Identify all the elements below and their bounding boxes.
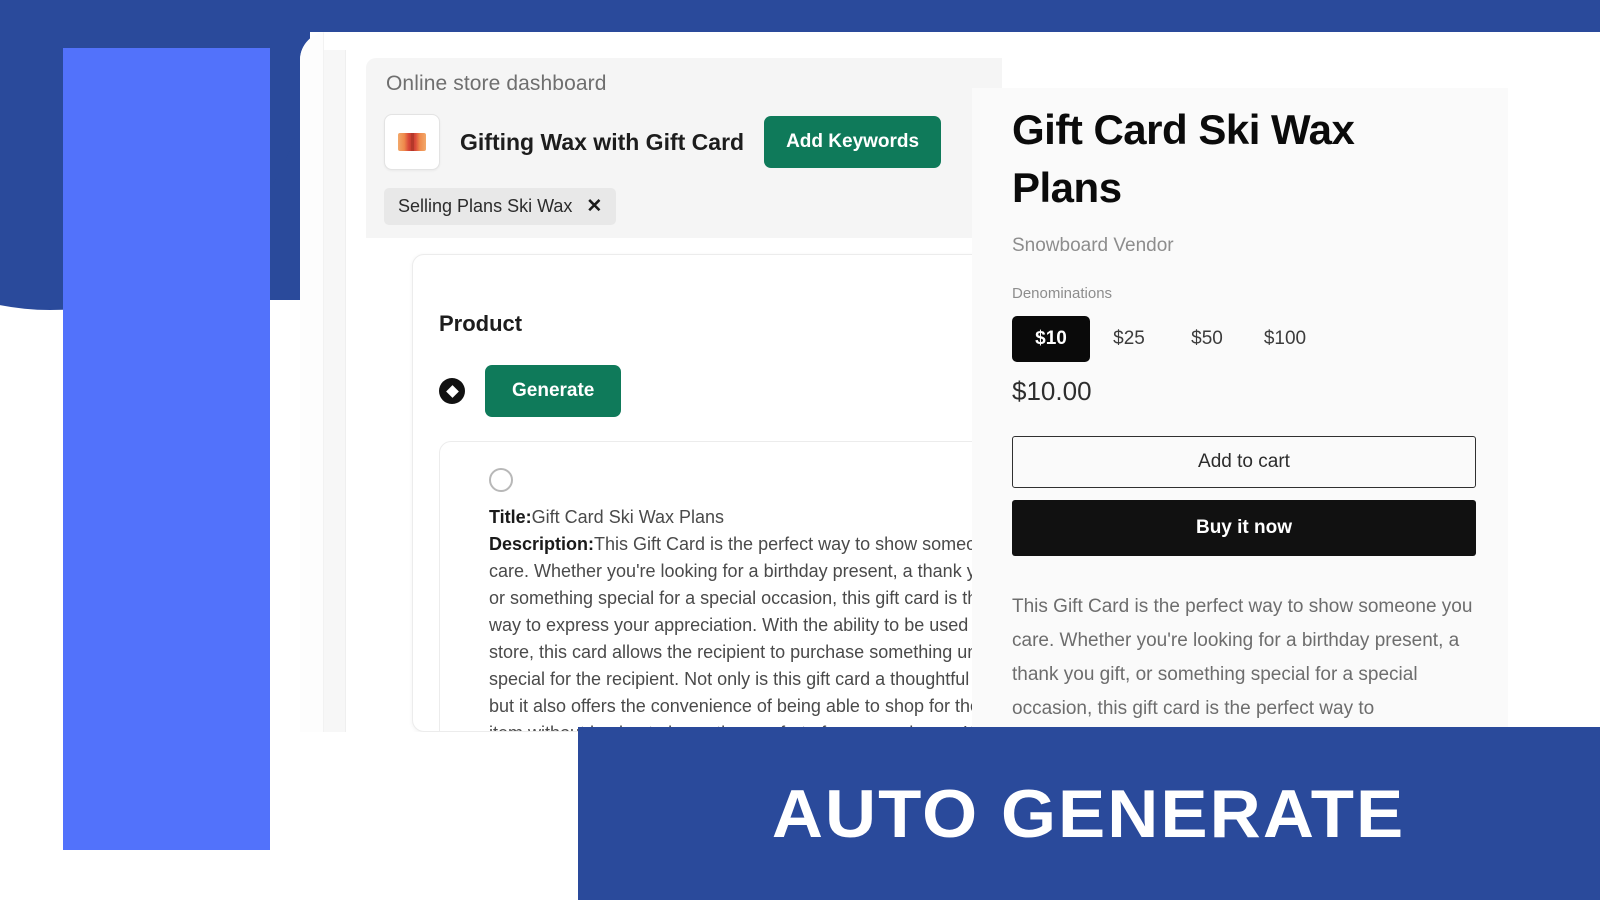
generate-button[interactable]: Generate	[485, 365, 622, 417]
product-row: Gifting Wax with Gift Card Add Keywords	[384, 114, 942, 170]
storefront-preview-panel: Gift Card Ski Wax Plans Snowboard Vendor…	[972, 88, 1508, 731]
close-icon[interactable]: ✕	[586, 197, 602, 216]
buy-it-now-button[interactable]: Buy it now	[1012, 500, 1476, 556]
denomination-option-10[interactable]: $10	[1012, 316, 1090, 362]
denomination-option-25[interactable]: $25	[1090, 316, 1168, 362]
keyword-tag[interactable]: Selling Plans Ski Wax ✕	[384, 188, 617, 225]
add-keywords-button[interactable]: Add Keywords	[764, 116, 942, 168]
page-title: Online store dashboard	[386, 72, 607, 95]
screenshot-canvas: Online store dashboard Gifting Wax with …	[0, 0, 1600, 900]
unselected-radio-icon[interactable]	[489, 468, 513, 492]
product-card-heading: Product	[439, 311, 523, 336]
generated-result-card[interactable]: Title:Gift Card Ski Wax Plans Descriptio…	[439, 441, 1001, 731]
keyword-tag-label: Selling Plans Ski Wax	[398, 196, 573, 216]
generated-result-text: Title:Gift Card Ski Wax Plans Descriptio…	[489, 504, 1001, 731]
storefront-description: This Gift Card is the perfect way to sho…	[1012, 596, 1473, 719]
gift-card-icon	[398, 133, 426, 151]
add-to-cart-button[interactable]: Add to cart	[1012, 436, 1476, 488]
app-left-rail	[300, 32, 324, 732]
storefront-price: $10.00	[1012, 376, 1092, 406]
auto-generate-banner: AUTO GENERATE	[578, 727, 1600, 900]
product-name: Gifting Wax with Gift Card	[460, 128, 745, 155]
denominations-group: $10 $25 $50 $100	[1012, 316, 1324, 362]
result-description-label: Description:	[489, 534, 595, 554]
result-description-value: This Gift Card is the perfect way to sho…	[489, 534, 1001, 731]
product-card: Product Generate Title:Gift Card Ski Wax…	[412, 254, 1002, 732]
dashboard-header: Online store dashboard Gifting Wax with …	[366, 58, 1002, 238]
generate-row: Generate	[439, 365, 622, 417]
storefront-vendor: Snowboard Vendor	[1012, 235, 1174, 256]
product-thumbnail	[384, 114, 440, 170]
app-sidebar-strip	[324, 50, 368, 732]
dashboard-column: Online store dashboard Gifting Wax with …	[346, 32, 1002, 732]
denomination-option-100[interactable]: $100	[1246, 316, 1324, 362]
result-title-value: Gift Card Ski Wax Plans	[531, 507, 725, 527]
result-description-line: Description:This Gift Card is the perfec…	[489, 531, 1001, 731]
selected-radio-icon[interactable]	[439, 378, 465, 404]
result-title-line: Title:Gift Card Ski Wax Plans	[489, 504, 1001, 531]
decor-light-blue-rectangle	[63, 48, 270, 850]
banner-text: AUTO GENERATE	[772, 775, 1406, 852]
denominations-label: Denominations	[1012, 285, 1113, 302]
denomination-option-50[interactable]: $50	[1168, 316, 1246, 362]
decor-dark-blue-top-strip	[300, 0, 1600, 32]
result-title-label: Title:	[489, 507, 532, 527]
storefront-product-title: Gift Card Ski Wax Plans	[1012, 106, 1355, 211]
